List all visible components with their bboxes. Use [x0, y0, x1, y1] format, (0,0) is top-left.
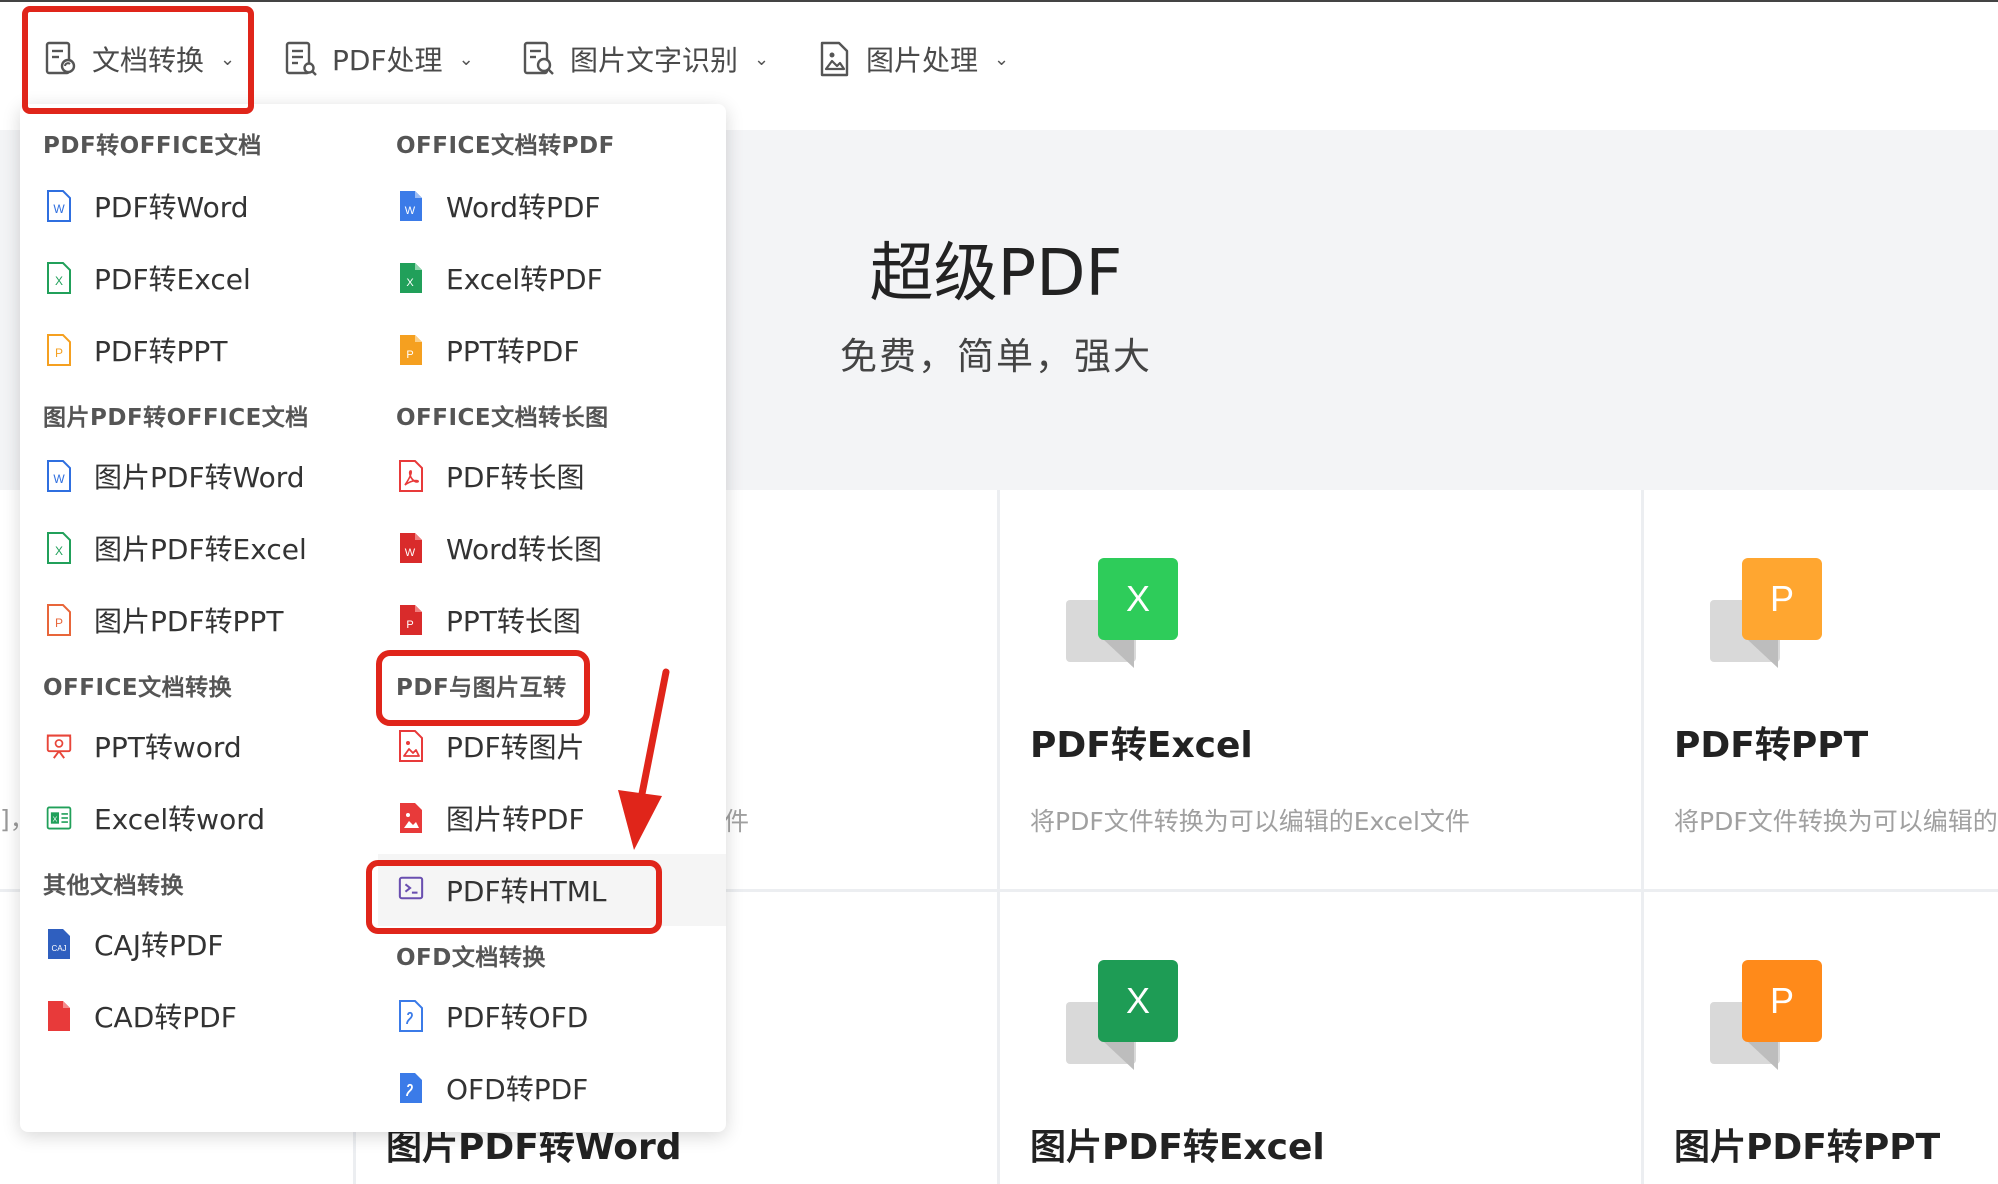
chevron-down-icon: ⌄ [754, 48, 770, 70]
excel-card-icon-dark: X [1066, 960, 1178, 1072]
svg-text:P: P [55, 616, 63, 630]
pdf-process-icon [284, 41, 318, 77]
ppt-outline-icon: P [46, 604, 72, 636]
group-heading: OFD文档转换 [396, 945, 546, 971]
group-heading: OFFICE文档转换 [43, 675, 233, 701]
ppt-card-icon-dark: P [1710, 960, 1822, 1072]
menu-item-ppt-to-pdf[interactable]: P PPT转PDF [398, 320, 579, 380]
nav-ocr[interactable]: 图片文字识别 ⌄ [522, 24, 769, 94]
nav-label: 文档转换 [92, 44, 205, 77]
menu-item-image-pdf-to-word[interactable]: W 图片PDF转Word [46, 446, 305, 506]
word-outline-icon: W [46, 460, 72, 492]
ppt-red-icon: P [398, 604, 424, 636]
nav-pdf-process[interactable]: PDF处理 ⌄ [284, 24, 474, 94]
cad-icon [46, 1000, 72, 1032]
card-desc: 将PDF文件转换为可以编辑的Excel文件 [1030, 807, 1470, 836]
svg-text:W: W [405, 205, 416, 217]
group-heading: PDF与图片互转 [396, 675, 567, 701]
svg-text:X: X [55, 544, 63, 558]
nav-label: 图片处理 [866, 44, 979, 77]
image-outline-icon [398, 730, 424, 762]
menu-item-excel-to-word[interactable]: X Excel转word [46, 788, 265, 848]
card-title: PDF转Excel [1030, 725, 1253, 766]
svg-text:P: P [406, 619, 413, 631]
menu-item-ppt-to-word[interactable]: PPT转word [46, 716, 242, 776]
excel-outline-icon: X [46, 532, 72, 564]
svg-text:X: X [55, 274, 63, 288]
image-process-icon [818, 41, 852, 77]
svg-text:CAJ: CAJ [51, 944, 66, 953]
excel-card-icon: X [1066, 558, 1178, 670]
group-heading: OFFICE文档转长图 [396, 405, 609, 431]
word-red-icon: W [398, 532, 424, 564]
nav-doc-convert[interactable]: 文档转换 ⌄ [44, 24, 235, 94]
menu-item-excel-to-pdf[interactable]: X Excel转PDF [398, 248, 603, 308]
menu-item-pdf-to-long-image[interactable]: PDF转长图 [398, 446, 585, 506]
group-heading: 其他文档转换 [43, 873, 184, 899]
presentation-icon [46, 730, 72, 762]
group-heading: OFFICE文档转PDF [396, 133, 615, 159]
menu-item-ppt-to-long-image[interactable]: P PPT转长图 [398, 590, 581, 650]
excel-solid-icon: X [398, 262, 424, 294]
nav-label: 图片文字识别 [570, 44, 739, 77]
menu-item-pdf-to-ppt[interactable]: P PDF转PPT [46, 320, 227, 380]
card-desc-partial: 件 [724, 807, 750, 836]
menu-item-pdf-to-image[interactable]: PDF转图片 [398, 716, 585, 776]
card-title: PDF转PPT [1674, 725, 1869, 766]
card-desc: 将PDF文件转换为可以编辑的 [1674, 807, 1998, 836]
pdf-outline-icon [398, 460, 424, 492]
word-solid-icon: W [398, 190, 424, 222]
menu-item-pdf-to-excel[interactable]: X PDF转Excel [46, 248, 251, 308]
card-title: 图片PDF转Excel [1030, 1127, 1325, 1168]
svg-text:W: W [405, 547, 416, 559]
menu-item-ofd-to-pdf[interactable]: OFD转PDF [398, 1058, 588, 1118]
doc-convert-dropdown: PDF转OFFICE文档 W PDF转Word X PDF转Excel P PD… [20, 104, 726, 1132]
svg-text:X: X [406, 277, 414, 289]
terminal-icon [398, 874, 424, 906]
menu-item-pdf-to-word[interactable]: W PDF转Word [46, 176, 249, 236]
excel-outline-icon: X [46, 262, 72, 294]
menu-item-word-to-long-image[interactable]: W Word转长图 [398, 518, 602, 578]
menu-item-caj-to-pdf[interactable]: CAJ CAJ转PDF [46, 914, 224, 974]
chevron-down-icon: ⌄ [994, 48, 1010, 70]
ofd-outline-icon [398, 1000, 424, 1032]
image-solid-icon [398, 802, 424, 834]
ppt-card-icon: P [1710, 558, 1822, 670]
sheet-icon: X [46, 802, 72, 834]
group-heading: 图片PDF转OFFICE文档 [43, 405, 309, 431]
menu-item-cad-to-pdf[interactable]: CAD转PDF [46, 986, 237, 1046]
menu-item-image-to-pdf[interactable]: 图片转PDF [398, 788, 585, 848]
group-heading: PDF转OFFICE文档 [43, 133, 262, 159]
ppt-outline-icon: P [46, 334, 72, 366]
ofd-solid-icon [398, 1072, 424, 1104]
menu-item-image-pdf-to-ppt[interactable]: P 图片PDF转PPT [46, 590, 283, 650]
caj-icon: CAJ [46, 928, 72, 960]
ocr-icon [522, 41, 556, 77]
doc-convert-icon [44, 41, 78, 77]
menu-item-image-pdf-to-excel[interactable]: X 图片PDF转Excel [46, 518, 307, 578]
chevron-down-icon: ⌄ [458, 48, 474, 70]
nav-label: PDF处理 [332, 44, 443, 77]
svg-text:P: P [55, 346, 63, 360]
card-title: 图片PDF转PPT [1674, 1127, 1941, 1168]
word-outline-icon: W [46, 190, 72, 222]
svg-text:P: P [406, 349, 413, 361]
svg-text:X: X [53, 814, 58, 823]
svg-text:W: W [53, 202, 65, 216]
menu-item-word-to-pdf[interactable]: W Word转PDF [398, 176, 601, 236]
svg-text:W: W [53, 472, 65, 486]
ppt-solid-icon: P [398, 334, 424, 366]
chevron-down-icon: ⌄ [220, 48, 236, 70]
nav-image-process[interactable]: 图片处理 ⌄ [818, 24, 1009, 94]
menu-item-pdf-to-ofd[interactable]: PDF转OFD [398, 986, 588, 1046]
menu-item-pdf-to-html[interactable]: PDF转HTML [378, 854, 726, 926]
